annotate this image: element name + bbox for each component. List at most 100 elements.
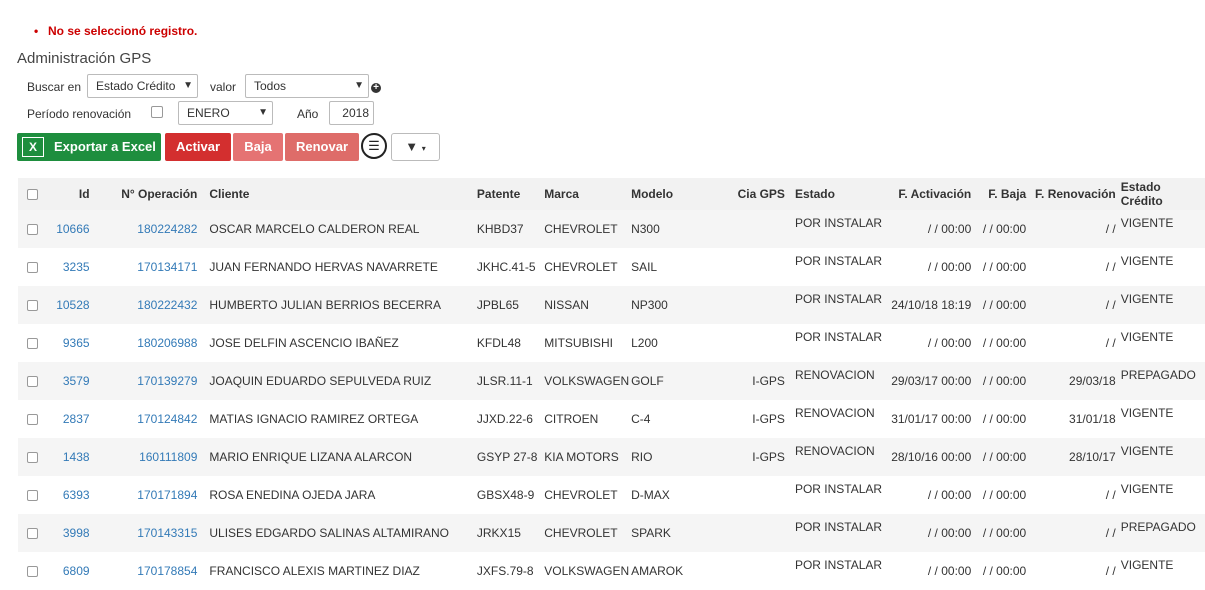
row-checkbox[interactable] [18,210,47,248]
id-cell[interactable]: 3235 [46,248,101,286]
col-header[interactable]: Estado Crédito [1120,178,1205,210]
id-cell[interactable]: 6393 [46,476,101,514]
col-header[interactable]: Patente [476,178,545,210]
baja-button[interactable]: Baja [233,133,283,161]
cia-gps-cell: I-GPS [727,438,795,476]
anio-label: Año [297,107,319,121]
operacion-cell[interactable]: 170134171 [102,248,210,286]
col-header[interactable]: F. Activación [882,178,972,210]
estado-cell: RENOVACION [794,406,875,420]
table-row[interactable]: 10666 180224282 OSCAR MARCELO CALDERON REA… [18,210,1205,248]
caret-down-icon: ▾ [421,144,426,153]
f-renovacion-cell: / / [1031,286,1121,324]
row-checkbox[interactable] [18,324,46,362]
select-all-checkbox[interactable] [18,178,47,210]
cia-gps-cell [727,476,795,514]
col-header[interactable]: Cliente [209,178,477,210]
table-header-row: Id N° Operación Cliente Patente Marca Mo… [18,178,1205,210]
periodo-checkbox[interactable] [151,106,163,118]
col-header[interactable]: Estado [794,178,883,210]
f-baja-cell: / / 00:00 [982,564,1027,578]
row-checkbox[interactable] [18,286,47,324]
patente-cell: KHBD37 [476,210,545,248]
f-activacion-cell: / / 00:00 [882,514,972,552]
id-cell[interactable]: 10528 [46,286,102,324]
f-renovacion-cell: / / [1105,488,1116,502]
cliente-cell: OSCAR MARCELO CALDERON REAL [209,210,477,248]
col-header[interactable]: N° Operación [101,178,210,210]
table-row[interactable]: 3235 170134171 JUAN FERNANDO HERVAS NAVARR… [18,248,1205,286]
modelo-cell: N300 [631,210,728,248]
id-cell[interactable]: 9365 [46,324,101,362]
row-checkbox[interactable] [18,514,47,552]
marca-cell: CHEVROLET [544,210,632,248]
list-settings-icon[interactable]: ☰ [361,133,387,159]
cia-gps-cell: I-GPS [752,412,785,426]
id-cell[interactable]: 1438 [46,438,102,476]
col-header[interactable]: F. Renovación [1031,178,1121,210]
filter-dropdown-button[interactable]: ▼ ▾ [391,133,440,161]
valor-select[interactable]: Todos ▼ [245,74,369,98]
cliente-cell: ROSA ENEDINA OJEDA JARA [209,488,376,502]
activar-button[interactable]: Activar [165,133,231,161]
estado-credito-cell: VIGENTE [1120,482,1174,496]
estado-credito-cell: VIGENTE [1120,558,1174,572]
modelo-cell: C-4 [631,412,651,426]
marca-cell: CHEVROLET [544,488,618,502]
f-baja-cell: / / 00:00 [982,260,1027,274]
id-cell[interactable]: 3998 [46,514,102,552]
operacion-cell[interactable]: 180222432 [101,286,210,324]
row-checkbox[interactable] [18,400,46,438]
export-excel-button[interactable]: X Exportar a Excel [17,133,161,161]
row-checkbox[interactable] [18,248,46,286]
table-row[interactable]: 2837 170124842 MATIAS IGNACIO RAMIREZ ORTE… [18,400,1205,438]
operacion-cell[interactable]: 170178854 [102,552,210,590]
mes-select[interactable]: ENERO ▼ [178,101,273,125]
row-checkbox[interactable] [18,552,46,590]
marca-cell: NISSAN [544,286,632,324]
add-filter-icon[interactable]: + [371,83,381,93]
modelo-cell: NP300 [631,286,728,324]
table-row[interactable]: 9365 180206988 JOSE DELFIN ASCENCIO IBAÑEZ… [18,324,1205,362]
col-header[interactable]: Id [46,178,102,210]
anio-input[interactable]: 2018 [329,101,374,125]
f-activacion-cell: / / 00:00 [927,260,972,274]
buscar-select[interactable]: Estado Crédito ▼ [87,74,198,98]
col-header[interactable]: F. Baja [971,178,1032,210]
page-title: Administración GPS [17,50,152,67]
row-checkbox[interactable] [18,476,46,514]
table-row[interactable]: 1438 160111809 MARIO ENRIQUE LIZANA ALARCO… [18,438,1205,476]
patente-cell: GSYP 27-8 [476,438,545,476]
col-header[interactable]: Cia GPS [727,178,795,210]
periodo-label: Período renovación [27,107,132,121]
f-activacion-cell: 31/01/17 00:00 [891,412,972,426]
operacion-cell[interactable]: 160111809 [101,438,210,476]
id-cell[interactable]: 6809 [46,552,101,590]
f-renovacion-cell: / / [1031,210,1121,248]
marca-cell: CHEVROLET [544,514,632,552]
patente-cell: JRKX15 [476,514,545,552]
row-checkbox[interactable] [18,362,47,400]
renovar-button[interactable]: Renovar [285,133,359,161]
marca-cell: CITROEN [544,412,599,426]
operacion-cell[interactable]: 180206988 [102,324,210,362]
id-cell[interactable]: 10666 [46,210,102,248]
id-cell[interactable]: 2837 [46,400,101,438]
col-header[interactable]: Modelo [631,178,728,210]
valor-select-value: Todos [254,79,287,93]
row-checkbox[interactable] [18,438,47,476]
id-cell[interactable]: 3579 [46,362,102,400]
estado-cell: POR INSTALAR [794,514,883,552]
table-row[interactable]: 10528 180222432 HUMBERTO JULIAN BERRIOS BE… [18,286,1205,324]
col-header[interactable]: Marca [544,178,632,210]
table-row[interactable]: 6393 170171894 ROSA ENEDINA OJEDA JARA GBSX… [18,476,1205,514]
operacion-cell[interactable]: 170139279 [101,362,210,400]
operacion-cell[interactable]: 180224282 [101,210,210,248]
operacion-cell[interactable]: 170171894 [102,476,210,514]
table-row[interactable]: 3998 170143315 ULISES EDGARDO SALINAS ALTA… [18,514,1205,552]
operacion-cell[interactable]: 170124842 [102,400,210,438]
table-row[interactable]: 3579 170139279 JOAQUIN EDUARDO SEPULVEDA R… [18,362,1205,400]
operacion-cell[interactable]: 170143315 [101,514,210,552]
modelo-cell: SPARK [631,514,728,552]
table-row[interactable]: 6809 170178854 FRANCISCO ALEXIS MARTINEZ D… [18,552,1205,590]
